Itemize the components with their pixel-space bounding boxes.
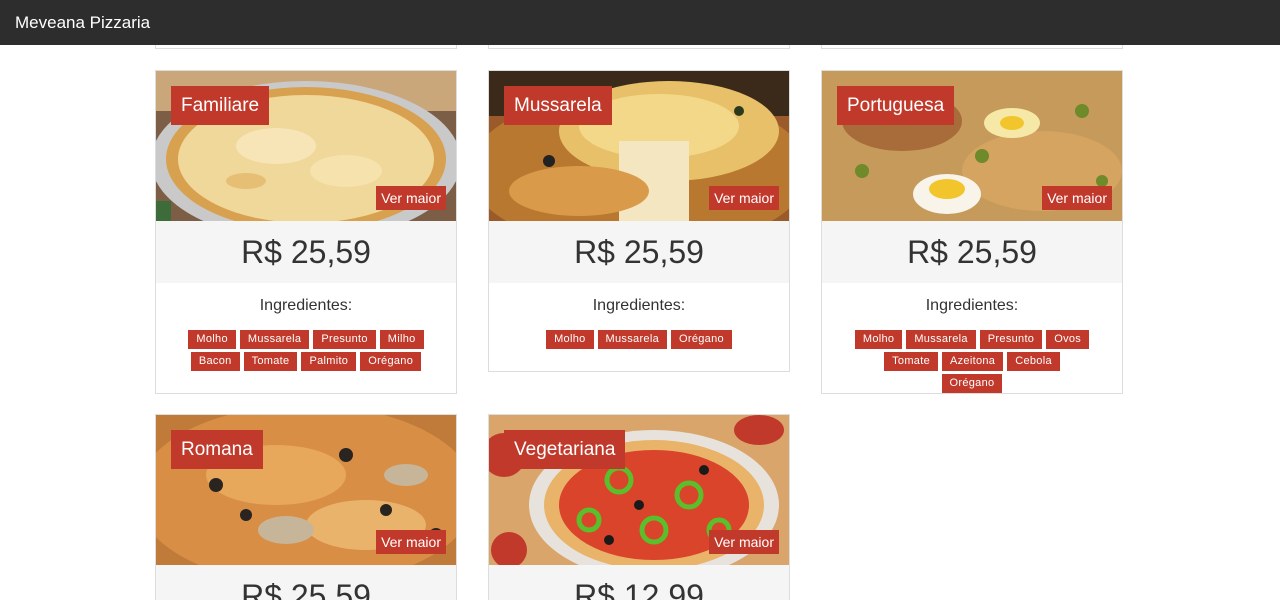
pizza-title: Mussarela [504, 86, 612, 125]
ingredients-label: Ingredientes: [925, 297, 1019, 314]
ingredient-tag: Ovos [1046, 330, 1090, 349]
pizza-card-romana: Romana Ver maior R$ 25,59 [155, 414, 457, 600]
pizza-card-mussarela: Mussarela Ver maior R$ 25,59 Ingrediente… [488, 70, 790, 372]
ingredient-tag: Molho [188, 330, 236, 349]
pizza-title: Familiare [171, 86, 270, 125]
ingredient-tag: Molho [854, 330, 903, 349]
ingredient-tag: Presunto [979, 330, 1043, 349]
ingredient-tag: Mussarela [239, 330, 310, 349]
pizza-card-familiare: Familiare Ver maior R$ 25,59 Ingrediente… [155, 70, 457, 394]
pizza-title: Romana [171, 430, 263, 469]
ingredient-tags: Molho Mussarela Presunto Milho Bacon Tomate Pa… [156, 330, 456, 374]
pizza-image-mussarela: Mussarela Ver maior [489, 71, 789, 221]
ingredient-tag: Orégano [941, 374, 1003, 393]
pizza-price: R$ 25,59 [156, 221, 456, 283]
pizza-price: R$ 25,59 [156, 565, 456, 600]
pizza-title: Vegetariana [504, 430, 626, 469]
ingredients-label: Ingredientes: [259, 297, 353, 314]
ingredient-tag: Bacon [190, 352, 240, 371]
ingredient-tags: Molho Mussarela Presunto Ovos Tomate Azeitona… [822, 330, 1122, 393]
ingredient-tag: Cebola [1007, 352, 1060, 371]
pizza-price: R$ 25,59 [822, 221, 1122, 283]
pizza-image-romana: Romana Ver maior [156, 415, 456, 565]
ingredient-tag: Tomate [243, 352, 298, 371]
pizza-card-portuguesa: Portuguesa Ver maior R$ 25,59 Ingredient… [821, 70, 1123, 394]
ingredient-tag: Orégano [671, 330, 732, 349]
see-more-button[interactable]: Ver maior [709, 186, 779, 210]
ingredient-tag: Azeitona [941, 352, 1004, 371]
see-more-button[interactable]: Ver maior [376, 530, 446, 554]
ingredient-tag: Presunto [313, 330, 376, 349]
pizza-image-portuguesa: Portuguesa Ver maior [822, 71, 1122, 221]
ingredient-tag: Palmito [301, 352, 357, 371]
brand-link[interactable]: Meveana Pizzaria [15, 13, 150, 33]
see-more-button[interactable]: Ver maior [376, 186, 446, 210]
pizza-image-vegetariana: Vegetariana Ver maior [489, 415, 789, 565]
ingredient-tag: Milho [379, 330, 424, 349]
ingredient-tag: Molho [546, 330, 594, 349]
ingredient-tag: Orégano [360, 352, 422, 371]
ingredient-tag: Tomate [884, 352, 938, 371]
see-more-button[interactable]: Ver maior [1042, 186, 1112, 210]
see-more-button[interactable]: Ver maior [709, 530, 779, 554]
pizza-card-vegetariana: Vegetariana Ver maior R$ 12,99 [488, 414, 790, 600]
pizza-price: R$ 25,59 [489, 221, 789, 283]
ingredient-tag: Mussarela [906, 330, 976, 349]
ingredients-label: Ingredientes: [592, 297, 686, 314]
pizza-price: R$ 12,99 [489, 565, 789, 600]
pizza-image-familiare: Familiare Ver maior [156, 71, 456, 221]
ingredient-tags: Molho Mussarela Orégano [489, 330, 789, 352]
navbar: Meveana Pizzaria [0, 0, 1280, 45]
pizza-title: Portuguesa [837, 86, 955, 125]
ingredient-tag: Mussarela [597, 330, 667, 349]
